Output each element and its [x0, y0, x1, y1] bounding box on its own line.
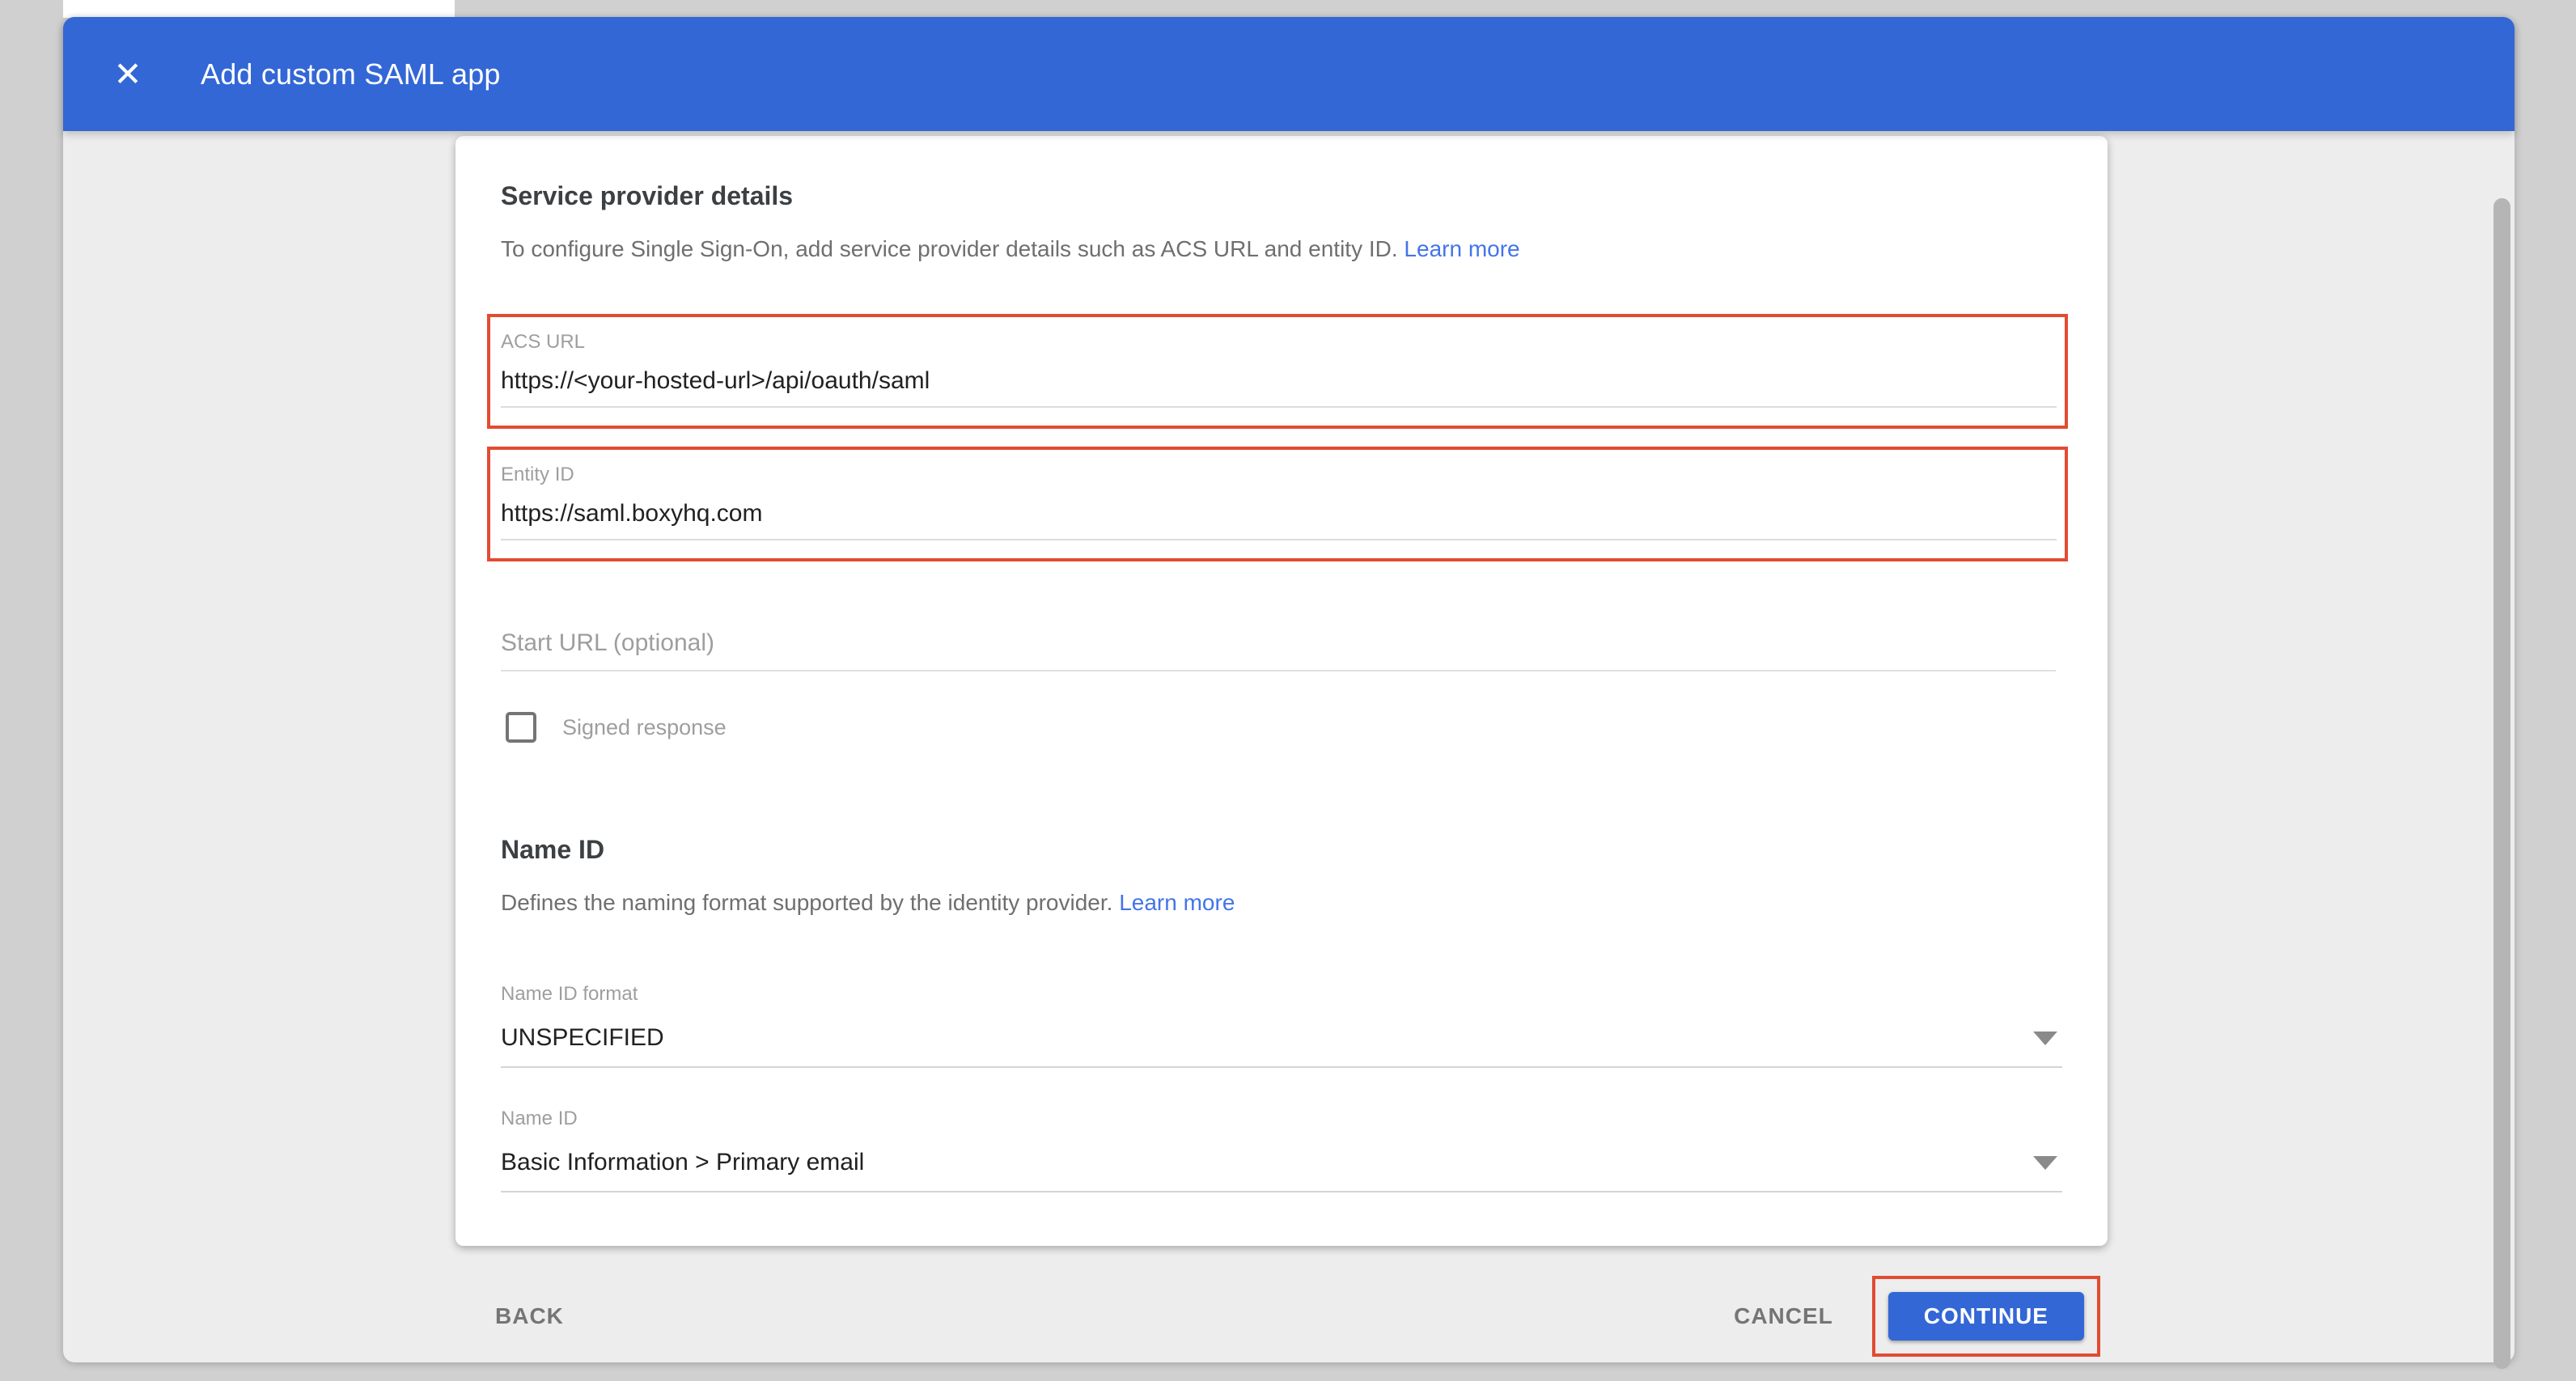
signed-response-label: Signed response [562, 715, 727, 740]
signed-response-checkbox[interactable] [506, 712, 536, 743]
chevron-down-icon [2033, 1156, 2057, 1170]
acs-url-input[interactable] [501, 367, 2057, 408]
add-custom-saml-app-dialog: ✕ Add custom SAML app Service provider d… [63, 17, 2515, 1362]
learn-more-link-name-id[interactable]: Learn more [1119, 890, 1235, 915]
start-url-field [501, 629, 2056, 671]
section-description-text: To configure Single Sign-On, add service… [501, 236, 1398, 261]
vertical-scrollbar-thumb[interactable] [2493, 198, 2510, 1369]
section-description-service-provider: To configure Single Sign-On, add service… [501, 235, 2062, 264]
dialog-title: Add custom SAML app [201, 57, 501, 91]
back-button[interactable]: BACK [495, 1294, 564, 1339]
start-url-input[interactable] [501, 629, 2056, 671]
section-heading-name-id: Name ID [501, 833, 2062, 866]
cancel-button[interactable]: CANCEL [1734, 1303, 1833, 1329]
acs-url-label: ACS URL [501, 330, 2057, 354]
name-id-format-value: UNSPECIFIED [501, 1024, 664, 1052]
section-description-text: Defines the naming format supported by t… [501, 890, 1112, 915]
background-page-edge [63, 0, 455, 18]
footer-actions: CANCEL CONTINUE [1734, 1276, 2100, 1357]
dialog-header: ✕ Add custom SAML app [63, 17, 2515, 131]
entity-id-label: Entity ID [501, 463, 2057, 487]
continue-highlight-box: CONTINUE [1872, 1276, 2100, 1357]
name-id-value: Basic Information > Primary email [501, 1149, 864, 1176]
continue-button[interactable]: CONTINUE [1888, 1292, 2084, 1341]
name-id-format-label: Name ID format [501, 982, 2062, 1006]
name-id-format-select[interactable]: UNSPECIFIED [501, 1024, 2062, 1068]
acs-url-highlight-box: ACS URL [487, 314, 2068, 429]
learn-more-link-service-provider[interactable]: Learn more [1404, 236, 1519, 261]
name-id-select[interactable]: Basic Information > Primary email [501, 1149, 2062, 1192]
chevron-down-icon [2033, 1032, 2057, 1045]
section-heading-service-provider: Service provider details [501, 136, 2062, 212]
entity-id-highlight-box: Entity ID [487, 447, 2068, 561]
section-description-name-id: Defines the naming format supported by t… [501, 888, 2062, 917]
entity-id-input[interactable] [501, 500, 2057, 540]
name-id-label: Name ID [501, 1107, 2062, 1131]
close-icon[interactable]: ✕ [105, 52, 150, 97]
service-provider-card: Service provider details To configure Si… [455, 136, 2108, 1246]
signed-response-row: Signed response [506, 712, 2062, 743]
